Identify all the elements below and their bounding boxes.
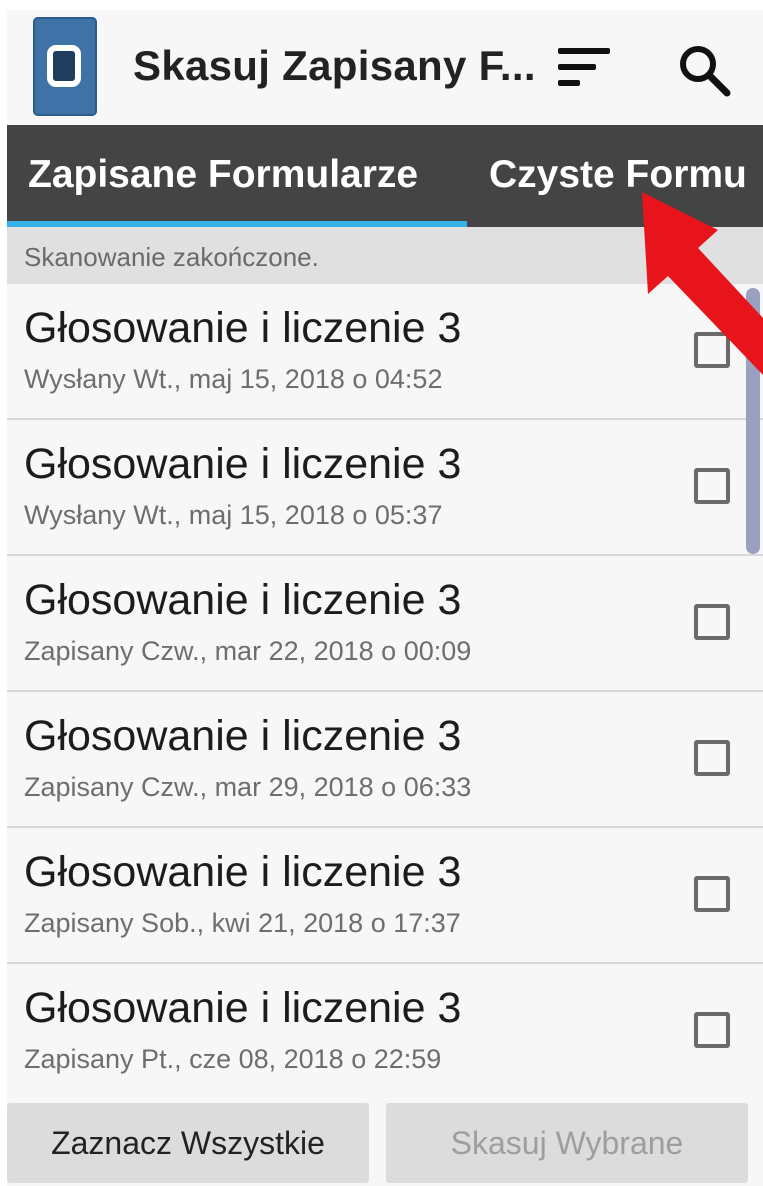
status-text: Skanowanie zakończone. (24, 242, 319, 272)
annotation-arrow-icon (642, 192, 763, 375)
form-status-date: Wysłany Wt., maj 15, 2018 o 04:52 (24, 364, 443, 394)
form-checkbox[interactable] (694, 740, 730, 776)
list-item[interactable]: Głosowanie i liczenie 3 Zapisany Sob., k… (7, 828, 763, 964)
form-status-date: Zapisany Czw., mar 29, 2018 o 06:33 (24, 772, 472, 802)
list-item[interactable]: Głosowanie i liczenie 3 Wysłany Wt., maj… (7, 420, 763, 556)
delete-selected-button[interactable]: Skasuj Wybrane (386, 1103, 748, 1183)
form-title: Głosowanie i liczenie 3 (24, 304, 462, 352)
app-bar: Skasuj Zapisany F... (7, 10, 763, 125)
form-status-date: Wysłany Wt., maj 15, 2018 o 05:37 (24, 500, 443, 530)
form-title: Głosowanie i liczenie 3 (24, 440, 462, 488)
form-status-date: Zapisany Czw., mar 22, 2018 o 00:09 (24, 636, 472, 666)
phone-app-icon (33, 17, 97, 116)
phone-glyph (47, 45, 81, 87)
saved-forms-list: Głosowanie i liczenie 3 Wysłany Wt., maj… (7, 284, 763, 1100)
form-title: Głosowanie i liczenie 3 (24, 848, 462, 896)
search-button[interactable] (674, 40, 734, 100)
form-checkbox[interactable] (694, 876, 730, 912)
sort-button[interactable] (558, 44, 614, 94)
list-item[interactable]: Głosowanie i liczenie 3 Zapisany Czw., m… (7, 692, 763, 828)
form-checkbox[interactable] (694, 1012, 730, 1048)
sort-icon (558, 48, 610, 54)
select-all-button[interactable]: Zaznacz Wszystkie (7, 1103, 369, 1183)
list-item[interactable]: Głosowanie i liczenie 3 Zapisany Pt., cz… (7, 964, 763, 1100)
sort-icon (558, 80, 580, 86)
form-checkbox[interactable] (694, 604, 730, 640)
form-status-date: Zapisany Sob., kwi 21, 2018 o 17:37 (24, 908, 461, 938)
sort-icon (558, 64, 596, 70)
tab-saved-forms[interactable]: Zapisane Formularze (28, 153, 418, 197)
app-screen: Skasuj Zapisany F... Zapisane Formularze… (7, 10, 763, 1186)
page-title: Skasuj Zapisany F... (133, 42, 536, 89)
search-icon (680, 46, 731, 97)
form-status-date: Zapisany Pt., cze 08, 2018 o 22:59 (24, 1044, 442, 1074)
form-title: Głosowanie i liczenie 3 (24, 712, 462, 760)
list-item[interactable]: Głosowanie i liczenie 3 Zapisany Czw., m… (7, 556, 763, 692)
form-title: Głosowanie i liczenie 3 (24, 984, 462, 1032)
form-title: Głosowanie i liczenie 3 (24, 576, 462, 624)
form-checkbox[interactable] (694, 468, 730, 504)
